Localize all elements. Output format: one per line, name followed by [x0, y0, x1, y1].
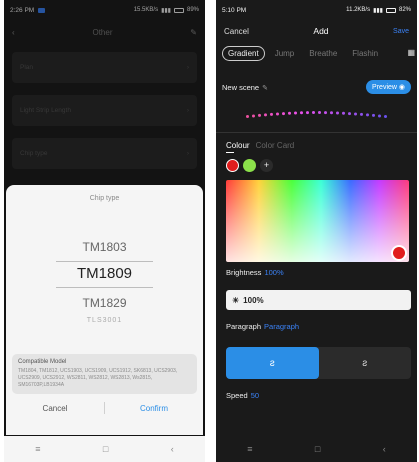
tab-gradient[interactable]: Gradient: [222, 45, 265, 61]
tab-jump[interactable]: Jump: [270, 46, 300, 61]
brightness-label-text: Brightness: [226, 268, 262, 277]
tab-color-card[interactable]: Color Card: [256, 141, 295, 150]
gradient-dot: [264, 112, 267, 116]
back-icon[interactable]: ‹: [383, 444, 386, 454]
compatible-models-box: Compatible Model TM1804, TM1812, UCS1903…: [12, 354, 197, 394]
gradient-dot: [288, 111, 291, 115]
menu-icon[interactable]: ≡: [35, 444, 40, 454]
sheet-title: Chip type: [89, 195, 120, 202]
signal-icon: ▮▮▮: [373, 7, 383, 14]
gradient-dot: [354, 111, 357, 115]
paragraph-label: Paragraph Paragraph: [216, 316, 417, 337]
selection-divider: [56, 287, 153, 288]
tab-colour[interactable]: Colour: [226, 141, 250, 150]
gradient-dot: [294, 110, 297, 114]
picker-option[interactable]: TM1829: [6, 296, 203, 310]
gradient-dot: [300, 110, 303, 114]
add-color-icon[interactable]: +: [260, 159, 273, 172]
color-picker-handle[interactable]: [391, 245, 407, 261]
gradient-dot: [360, 112, 363, 116]
edit-icon[interactable]: ✎: [262, 85, 268, 92]
color-mode-tabs: Colour Color Card: [216, 133, 417, 150]
brightness-label: Brightness 100%: [216, 262, 417, 283]
status-bar: 5:10 PM 11.2KB/s ▮▮▮ 82%: [216, 0, 417, 20]
status-time: 5:10 PM: [222, 6, 247, 14]
color-swatches: +: [216, 153, 417, 178]
paragraph-option-reverse-icon[interactable]: ƨ: [319, 347, 412, 379]
gradient-dot: [348, 111, 351, 115]
left-phone-screen: 2:26 PM 15.5KB/s ▮▮▮ 89% ‹ Other ✎ Plan …: [4, 0, 205, 462]
scene-name[interactable]: New scene ✎: [222, 83, 268, 92]
gradient-dot: [312, 110, 315, 114]
gradient-dot: [342, 111, 345, 115]
sheet-actions: Cancel Confirm: [6, 395, 203, 421]
battery-level: 82%: [398, 7, 411, 13]
tab-flashing[interactable]: Flashin: [347, 46, 383, 61]
gradient-dot: [372, 113, 375, 117]
network-speed: 11.2KB/s: [346, 7, 371, 13]
scene-name-text: New scene: [222, 82, 260, 92]
picker-option[interactable]: TLS3001: [6, 317, 203, 324]
battery-icon: [385, 7, 396, 13]
home-icon[interactable]: □: [315, 444, 320, 454]
color-swatch-green[interactable]: [243, 159, 256, 172]
gradient-preview-strip: [216, 109, 417, 123]
system-nav-bar: ≡ □ ‹: [216, 436, 417, 462]
picker-option[interactable]: TM1803: [6, 240, 203, 254]
sun-icon: ☀: [232, 295, 240, 305]
gradient-dot: [252, 113, 255, 117]
gradient-dot: [366, 112, 369, 116]
chip-type-picker[interactable]: TM1803 TM1809 TM1829 TLS3001: [6, 218, 203, 346]
gradient-dot: [318, 110, 321, 114]
page-header: Cancel Add Save: [216, 20, 417, 42]
system-nav-bar: ≡ □ ‹: [4, 436, 205, 462]
brightness-value: 100%: [264, 268, 284, 277]
confirm-button[interactable]: Confirm: [105, 404, 203, 413]
chip-type-sheet: Chip type TM1803 TM1809 TM1829 TLS3001 C…: [6, 185, 203, 435]
gradient-dot: [276, 111, 279, 115]
compat-body: TM1804, TM1812, UCS1903, UCS1909, UCS191…: [18, 368, 178, 388]
gradient-dot: [246, 114, 249, 118]
grid-icon[interactable]: ▦: [403, 48, 415, 58]
page-title: Add: [313, 26, 329, 36]
picker-option-selected[interactable]: TM1809: [6, 265, 203, 282]
mode-tabs: Gradient Jump Breathe Flashin ▦: [216, 42, 417, 64]
brightness-slider[interactable]: ☀ 100%: [226, 290, 411, 310]
back-icon[interactable]: ‹: [171, 444, 174, 454]
gradient-dot: [258, 113, 261, 117]
cancel-button[interactable]: Cancel: [224, 27, 249, 36]
paragraph-value: Paragraph: [264, 322, 300, 331]
gradient-dot: [282, 111, 285, 115]
gradient-dot: [306, 110, 309, 114]
color-swatch-red[interactable]: [226, 159, 239, 172]
speed-value: 50: [250, 391, 260, 400]
color-picker[interactable]: [226, 180, 409, 262]
gradient-dot: [336, 110, 339, 114]
cancel-button[interactable]: Cancel: [6, 404, 104, 413]
paragraph-label-text: Paragraph: [226, 322, 262, 331]
scene-row: New scene ✎ Preview ◉: [216, 80, 417, 94]
paragraph-toggle: ƨ ƨ: [226, 347, 411, 379]
gradient-dot: [384, 114, 387, 118]
brightness-display: 100%: [243, 295, 264, 305]
paragraph-option-forward-icon[interactable]: ƨ: [226, 347, 319, 379]
preview-button[interactable]: Preview ◉: [366, 80, 411, 94]
selection-divider: [56, 261, 153, 262]
speed-label: Speed 50: [216, 385, 417, 406]
speed-label-text: Speed: [226, 391, 248, 400]
gradient-dot: [270, 112, 273, 116]
menu-icon[interactable]: ≡: [247, 444, 252, 454]
save-button[interactable]: Save: [393, 28, 409, 35]
gradient-dot: [324, 110, 327, 114]
home-icon[interactable]: □: [103, 444, 108, 454]
tab-breathe[interactable]: Breathe: [304, 46, 342, 61]
right-phone-screen: 5:10 PM 11.2KB/s ▮▮▮ 82% Cancel Add Save…: [216, 0, 417, 462]
gradient-dot: [330, 110, 333, 114]
compat-title: Compatible Model: [18, 359, 67, 365]
gradient-dot: [378, 113, 381, 117]
